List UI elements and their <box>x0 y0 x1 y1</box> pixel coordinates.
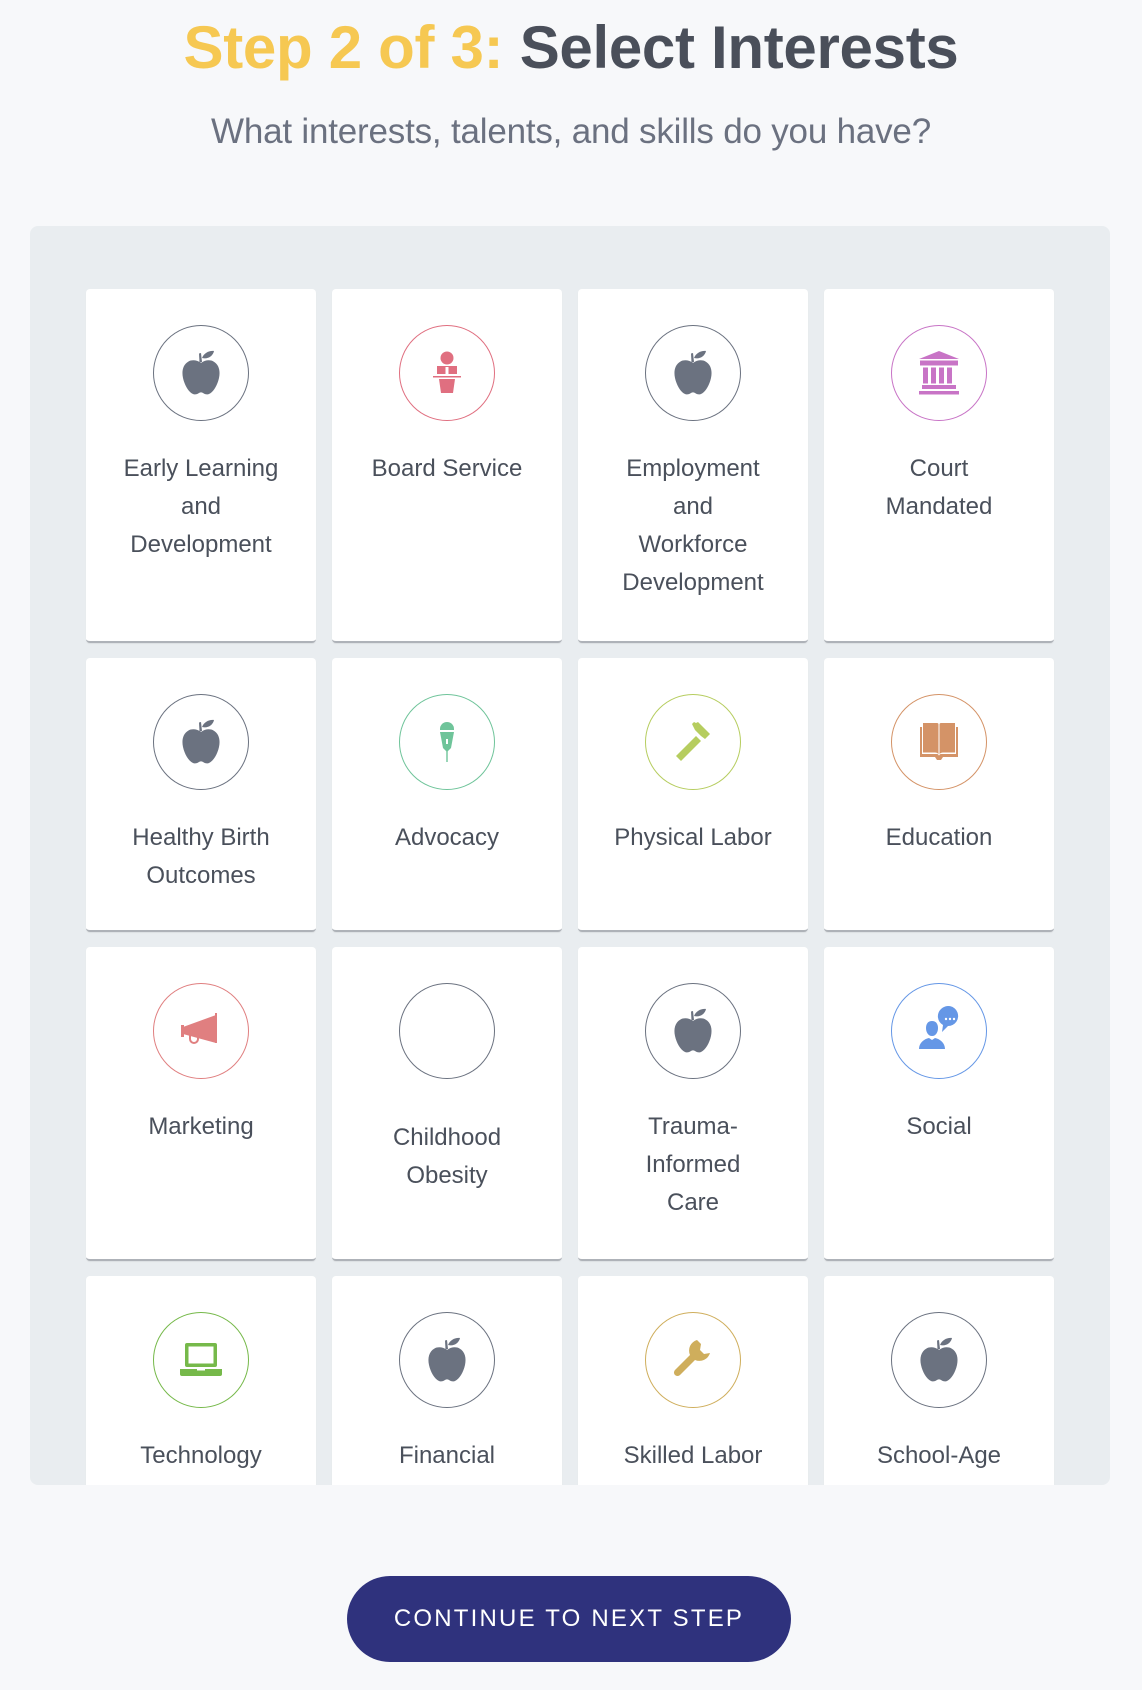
microphone-icon-svg <box>440 722 454 762</box>
apple-icon-svg <box>182 350 220 395</box>
microphone-icon <box>415 710 479 774</box>
interest-label: Marketing <box>148 1113 254 1140</box>
apple-icon <box>169 341 233 405</box>
courthouse-icon-svg <box>919 351 959 395</box>
interest-card-skilled-labor[interactable]: Skilled Labor <box>578 1276 808 1485</box>
title-text: Select Interests <box>519 14 959 81</box>
interest-card-childhood-obesity[interactable]: Childhood Obesity <box>332 947 562 1261</box>
apple-icon <box>169 710 233 774</box>
interest-label: Employment and Workforce Development <box>622 455 764 596</box>
interest-card-employment[interactable]: Employment and Workforce Development <box>578 289 808 643</box>
interest-card-trauma-informed[interactable]: Trauma- Informed Care <box>578 947 808 1261</box>
interest-card-marketing[interactable]: Marketing <box>86 947 316 1261</box>
continue-button[interactable]: CONTINUE TO NEXT STEP <box>347 1576 791 1662</box>
icon-circle <box>891 983 987 1079</box>
step-indicator: Step 2 of 3: <box>183 14 504 81</box>
page-title: Step 2 of 3: Select Interests <box>0 12 1142 84</box>
interests-grid: Early Learning and Development Board Ser… <box>86 289 1054 1485</box>
icon-circle <box>399 694 495 790</box>
icon-circle <box>399 325 495 421</box>
empty-icon <box>415 999 479 1063</box>
laptop-icon-svg <box>180 1343 222 1376</box>
book-icon-svg <box>920 723 958 760</box>
icon-circle <box>153 694 249 790</box>
interest-label: Healthy Birth Outcomes <box>132 824 270 889</box>
icon-circle <box>645 325 741 421</box>
icon-circle <box>153 1312 249 1408</box>
interest-card-healthy-birth[interactable]: Healthy Birth Outcomes <box>86 658 316 932</box>
podium-icon <box>415 341 479 405</box>
laptop-icon <box>169 1328 233 1392</box>
wrench-icon-svg <box>673 1340 710 1377</box>
interests-panel[interactable]: Early Learning and Development Board Ser… <box>30 226 1110 1485</box>
interest-label: Technology <box>140 1442 262 1469</box>
apple-icon <box>661 341 725 405</box>
interest-card-board-service[interactable]: Board Service <box>332 289 562 643</box>
icon-circle <box>891 1312 987 1408</box>
interest-label: Education <box>885 824 993 851</box>
people-chat-icon-svg <box>919 1006 959 1049</box>
apple-icon <box>907 1328 971 1392</box>
interest-label: Advocacy <box>394 824 500 851</box>
icon-circle <box>645 1312 741 1408</box>
interest-card-court-mandated[interactable]: Court Mandated <box>824 289 1054 643</box>
icon-circle <box>891 694 987 790</box>
interest-card-early-learning[interactable]: Early Learning and Development <box>86 289 316 643</box>
icon-circle <box>399 1312 495 1408</box>
interest-label: Social <box>906 1113 972 1140</box>
interest-label: Skilled Labor <box>623 1442 763 1469</box>
apple-icon-svg <box>674 350 712 395</box>
icon-circle <box>153 325 249 421</box>
interest-label: Financial <box>398 1442 496 1469</box>
apple-icon-svg <box>428 1337 466 1382</box>
apple-icon <box>661 999 725 1063</box>
hammer-icon-svg <box>676 722 710 761</box>
icon-circle <box>645 983 741 1079</box>
podium-icon-svg <box>433 351 461 393</box>
interest-label: Childhood Obesity <box>392 1124 502 1189</box>
interest-card-school-age[interactable]: School-Age <box>824 1276 1054 1485</box>
courthouse-icon <box>907 341 971 405</box>
interest-card-financial[interactable]: Financial <box>332 1276 562 1485</box>
megaphone-icon <box>169 999 233 1063</box>
interest-label: Trauma- Informed Care <box>645 1113 741 1216</box>
apple-icon-svg <box>674 1008 712 1053</box>
interest-card-physical-labor[interactable]: Physical Labor <box>578 658 808 932</box>
wrench-icon <box>661 1328 725 1392</box>
interest-label: School-Age <box>876 1442 1002 1469</box>
interest-card-education[interactable]: Education <box>824 658 1054 932</box>
icon-circle <box>399 983 495 1079</box>
interest-card-technology[interactable]: Technology <box>86 1276 316 1485</box>
interest-label: Board Service <box>371 455 523 482</box>
apple-icon <box>415 1328 479 1392</box>
interest-card-advocacy[interactable]: Advocacy <box>332 658 562 932</box>
empty-icon-svg <box>415 999 479 1063</box>
apple-icon-svg <box>182 719 220 764</box>
interest-label: Early Learning and Development <box>123 455 279 558</box>
interest-card-social[interactable]: Social <box>824 947 1054 1261</box>
megaphone-icon-svg <box>181 1013 217 1044</box>
page-subtitle: What interests, talents, and skills do y… <box>211 112 931 151</box>
interest-label: Physical Labor <box>614 824 772 851</box>
apple-icon-svg <box>920 1337 958 1382</box>
book-icon <box>907 710 971 774</box>
icon-circle <box>153 983 249 1079</box>
interest-label: Court Mandated <box>885 455 993 520</box>
hammer-icon <box>661 710 725 774</box>
people-chat-icon <box>907 999 971 1063</box>
icon-circle <box>645 694 741 790</box>
icon-circle <box>891 325 987 421</box>
